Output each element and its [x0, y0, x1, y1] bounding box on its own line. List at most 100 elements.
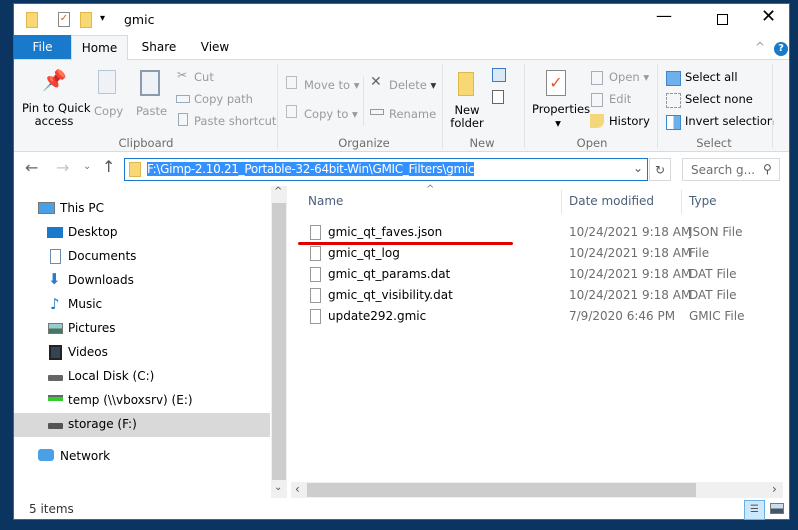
nav-item-documents[interactable]: Documents [14, 245, 270, 269]
invert-selection-button[interactable]: Invert selection [685, 114, 774, 128]
file-row[interactable]: gmic_qt_params.dat 10/24/2021 9:18 AM DA… [294, 264, 784, 285]
rename-button[interactable]: Rename [389, 107, 436, 121]
nav-item-music[interactable]: ♪ Music [14, 293, 270, 317]
file-type: DAT File [689, 288, 737, 302]
properties-qat-icon[interactable]: ✓ [58, 12, 70, 27]
address-bar[interactable]: F:\Gimp-2.10.21_Portable-32-64bit-Win\GM… [124, 158, 648, 181]
rename-icon [370, 109, 384, 115]
file-list: ^ Name Date modified Type gmic_qt_faves.… [294, 184, 789, 498]
file-date: 10/24/2021 9:18 AM [569, 225, 692, 239]
collapse-ribbon-icon[interactable]: ^ [755, 40, 765, 54]
h-scrollbar-thumb[interactable] [307, 483, 696, 497]
delete-button[interactable]: Delete ▾ [389, 78, 436, 92]
search-input[interactable]: Search g... [691, 163, 755, 177]
copy-to-button[interactable]: Copy to ▾ [304, 107, 358, 121]
properties-button[interactable]: Properties ▾ [532, 102, 590, 130]
large-icons-view-button[interactable] [770, 503, 784, 514]
annotation-underline [298, 242, 513, 245]
paste-shortcut-button[interactable]: Paste shortcut [194, 114, 276, 128]
nav-scrollbar-thumb[interactable] [272, 203, 286, 480]
file-row[interactable]: gmic_qt_log 10/24/2021 9:18 AM File [294, 243, 784, 264]
file-date: 10/24/2021 9:18 AM [569, 288, 692, 302]
scroll-right-icon[interactable]: › [772, 482, 777, 496]
explorer-window: ✓ ▾ gmic — ✕ File Home Share View ^ ? 📌 … [13, 3, 790, 520]
tab-share[interactable]: Share [132, 35, 186, 59]
search-box[interactable]: Search g... ⚲ [682, 158, 780, 181]
new-folder-qat-icon[interactable] [80, 12, 92, 28]
window-title: gmic [124, 12, 155, 27]
customize-qat-icon[interactable]: ▾ [100, 13, 105, 24]
address-dropdown-icon[interactable]: ⌄ [633, 161, 643, 175]
edit-button[interactable]: Edit [609, 92, 631, 106]
nav-item-local-disk[interactable]: Local Disk (C:) [14, 365, 270, 389]
easy-access-icon[interactable] [492, 90, 504, 104]
file-icon [310, 309, 321, 324]
delete-icon: ✕ [370, 74, 382, 90]
divider [772, 64, 773, 148]
horizontal-scrollbar[interactable]: ‹ › [291, 482, 783, 498]
back-button[interactable]: ← [25, 158, 38, 177]
forward-button[interactable]: → [56, 158, 69, 177]
new-folder-label: New [454, 103, 480, 117]
file-date: 10/24/2021 9:18 AM [569, 246, 692, 260]
nav-scrollbar[interactable]: ^ ⌄ [271, 186, 287, 498]
column-header-type[interactable]: Type [689, 194, 717, 208]
open-button[interactable]: Open ▾ [609, 70, 649, 84]
select-group-label: Select [696, 136, 732, 150]
scroll-down-icon[interactable]: ⌄ [274, 482, 282, 493]
new-folder-label-2: folder [450, 116, 484, 130]
nav-item-videos[interactable]: Videos [14, 341, 270, 365]
file-row[interactable]: gmic_qt_faves.json 10/24/2021 9:18 AM JS… [294, 222, 784, 243]
copy-button[interactable]: Copy [94, 104, 123, 118]
file-row[interactable]: update292.gmic 7/9/2020 6:46 PM GMIC Fil… [294, 306, 784, 327]
cut-button[interactable]: Cut [194, 70, 214, 84]
nav-label: This PC [60, 201, 104, 215]
move-to-label: Move to [304, 78, 351, 92]
help-icon[interactable]: ? [774, 42, 788, 56]
minimize-button[interactable]: — [656, 6, 672, 25]
ribbon: 📌 Pin to Quick access Copy Paste ✂ Cut Co… [14, 59, 789, 152]
copy-to-icon [286, 105, 297, 118]
file-name: gmic_qt_visibility.dat [328, 288, 453, 302]
paste-button[interactable]: Paste [136, 104, 167, 118]
select-all-icon [666, 71, 681, 86]
nav-item-downloads[interactable]: ⬇ Downloads [14, 269, 270, 293]
copy-path-button[interactable]: Copy path [194, 92, 253, 106]
nav-label: Desktop [68, 225, 118, 239]
new-item-icon[interactable] [492, 68, 506, 82]
navigation-pane: This PC Desktop Documents ⬇ Downloads ♪ Mu… [14, 186, 286, 498]
address-path[interactable]: F:\Gimp-2.10.21_Portable-32-64bit-Win\GM… [147, 162, 475, 176]
file-icon [310, 225, 321, 240]
file-row[interactable]: gmic_qt_visibility.dat 10/24/2021 9:18 A… [294, 285, 784, 306]
scroll-up-icon[interactable]: ^ [274, 186, 282, 197]
maximize-button[interactable] [717, 14, 728, 25]
move-to-button[interactable]: Move to ▾ [304, 78, 359, 92]
tab-home[interactable]: Home [71, 35, 128, 60]
invert-selection-icon [666, 115, 681, 130]
column-header-name[interactable]: Name [308, 194, 343, 208]
details-view-button[interactable]: ☰ [744, 500, 765, 520]
divider [657, 64, 658, 148]
close-button[interactable]: ✕ [761, 6, 776, 27]
up-button[interactable]: ↑ [102, 157, 115, 176]
tab-file[interactable]: File [14, 35, 71, 59]
nav-item-this-pc[interactable]: This PC [14, 197, 270, 221]
scroll-left-icon[interactable]: ‹ [295, 482, 300, 496]
recent-locations-button[interactable]: ⌄ [83, 161, 91, 172]
history-button[interactable]: History [609, 114, 650, 128]
folder-icon[interactable] [26, 12, 38, 28]
nav-item-desktop[interactable]: Desktop [14, 221, 270, 245]
nav-item-network[interactable]: Network [14, 445, 270, 469]
nav-item-storage[interactable]: storage (F:) [14, 413, 270, 437]
column-header-date[interactable]: Date modified [569, 194, 654, 208]
select-all-button[interactable]: Select all [685, 70, 738, 84]
select-none-button[interactable]: Select none [685, 92, 753, 106]
nav-item-pictures[interactable]: Pictures [14, 317, 270, 341]
nav-item-temp[interactable]: temp (\\vboxsrv) (E:) [14, 389, 270, 413]
tab-view[interactable]: View [188, 35, 242, 59]
refresh-button[interactable]: ↻ [649, 158, 671, 181]
nav-label: Downloads [68, 273, 134, 287]
new-folder-button[interactable]: New folder [450, 104, 484, 130]
pin-to-quick-access-button[interactable]: Pin to Quick access [22, 102, 91, 128]
network-drive-icon [48, 395, 63, 401]
